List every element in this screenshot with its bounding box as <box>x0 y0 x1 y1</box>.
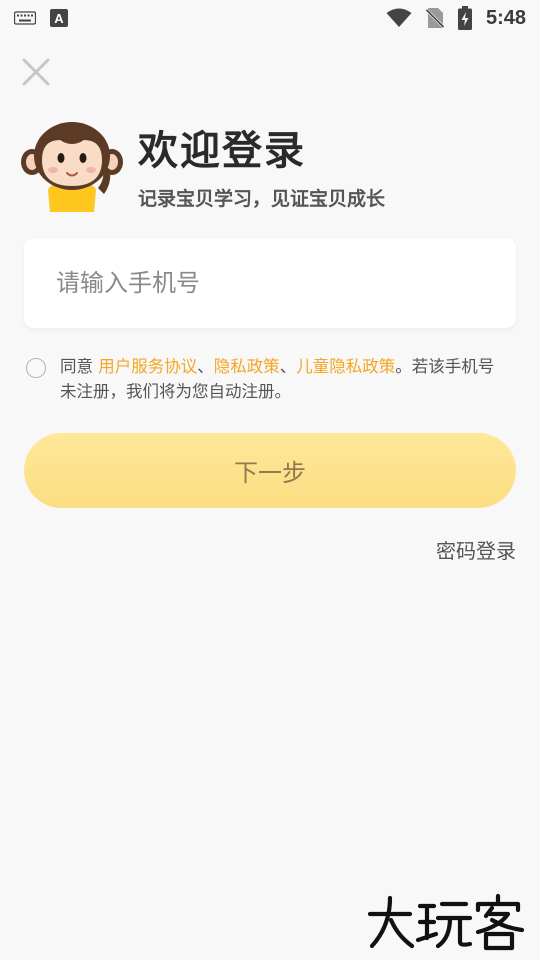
no-sim-icon <box>425 8 444 29</box>
wifi-icon <box>386 8 412 27</box>
next-step-button[interactable]: 下一步 <box>24 433 516 508</box>
phone-input-card <box>24 238 516 328</box>
agreement-prefix: 同意 <box>60 357 99 376</box>
a-letter-glyph: A <box>54 11 64 26</box>
close-icon[interactable] <box>20 56 52 88</box>
agreement-checkbox[interactable] <box>26 358 46 378</box>
status-time: 5:48 <box>485 6 526 29</box>
battery-charging-icon <box>457 6 472 30</box>
a-letter-icon: A <box>50 9 68 27</box>
password-login-link[interactable]: 密码登录 <box>436 535 516 564</box>
keyboard-icon <box>14 11 36 25</box>
monkey-mascot-icon <box>21 122 123 212</box>
phone-number-input[interactable] <box>24 238 516 328</box>
page-subtitle: 记录宝贝学习，见证宝贝成长 <box>138 188 386 210</box>
agreement-separator: 、 <box>279 357 297 376</box>
privacy-policy-link[interactable]: 隐私政策 <box>214 357 280 376</box>
user-agreement-link[interactable]: 用户服务协议 <box>98 357 197 376</box>
agreement-separator: 、 <box>197 357 214 376</box>
status-bar: A 5:48 <box>0 0 540 36</box>
page-title: 欢迎登录 <box>138 128 306 174</box>
watermark-logo <box>367 893 525 951</box>
agreement-text: 同意 用户服务协议、隐私政策、儿童隐私政策。若该手机号未注册，我们将为您自动注册… <box>60 354 500 404</box>
child-privacy-policy-link[interactable]: 儿童隐私政策 <box>296 357 395 376</box>
